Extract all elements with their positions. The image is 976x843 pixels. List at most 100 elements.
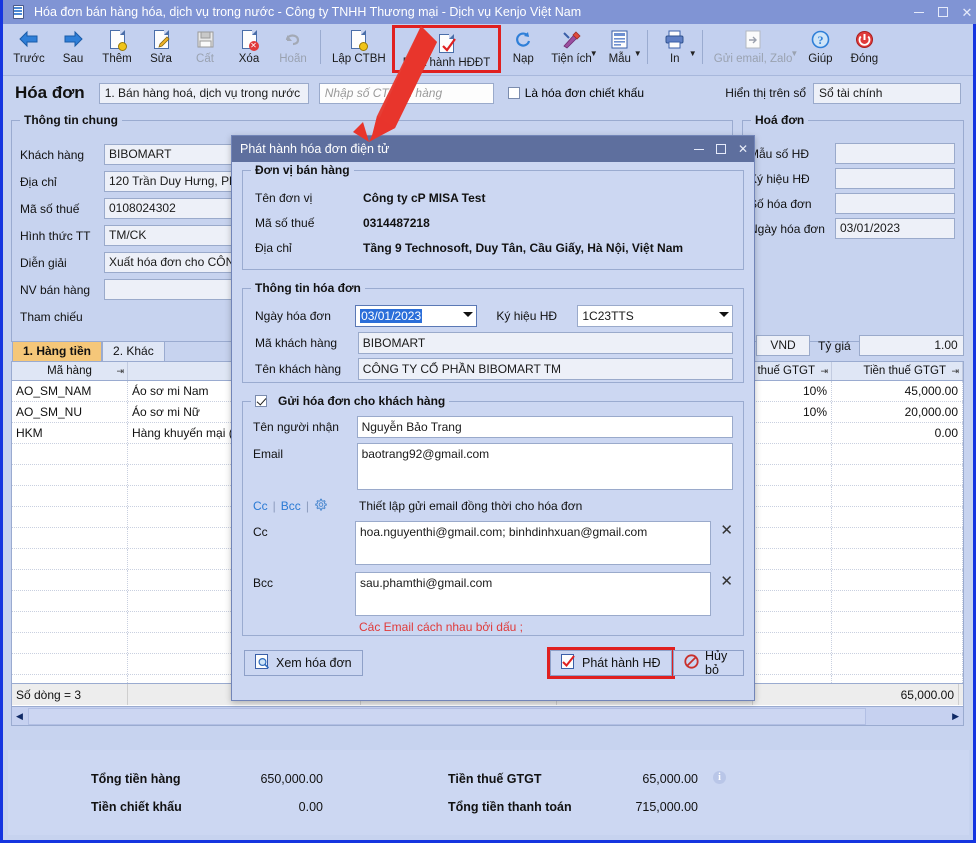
chevron-down-icon[interactable] [463,312,473,317]
cancel-button[interactable]: Hủy bỏ [673,650,744,676]
dialog-minimize-button[interactable] [688,136,710,162]
toolbar-button-mau[interactable]: Mẫu ▼ [598,24,642,74]
close-button[interactable]: ✕ [955,0,976,24]
chevron-down-icon[interactable]: ▼ [634,50,642,58]
toolbar-label: Sửa [150,53,172,65]
bcc-clear-icon[interactable]: ✕ [720,574,733,589]
toolbar-label: In [670,53,680,65]
currency-code-field[interactable]: VND [756,335,810,356]
scroll-left-arrow[interactable]: ◀ [12,711,27,722]
send-invoice-checkbox[interactable] [255,395,267,407]
invoice-header-row: Hóa đơn 1. Bán hàng hoá, dịch vụ trong n… [3,77,973,109]
grid-horizontal-scrollbar[interactable]: ◀ ▶ [12,706,963,725]
field-label-dien-giai: Diễn giải [20,256,104,270]
minimize-button[interactable] [907,0,931,24]
chevron-down-icon[interactable]: ▼ [689,50,697,58]
toolbar-label: Lập CTBH [332,53,386,65]
maximize-button[interactable] [931,0,955,24]
cc-clear-icon[interactable]: ✕ [720,523,733,538]
undo-icon [280,27,306,51]
field-ngay-hoa-don[interactable]: 03/01/2023 [835,218,955,239]
toolbar-button-nap[interactable]: Nạp [501,24,545,74]
info-icon[interactable]: i [713,771,726,784]
invoice-symbol-combo[interactable]: 1C23TTS [577,305,733,327]
tab-khac[interactable]: 2. Khác [102,341,165,361]
gear-icon[interactable] [314,498,327,514]
document-type-field[interactable]: 1. Bán hàng hoá, dịch vụ trong nước [99,83,309,104]
invoice-symbol-label: Ký hiệu HĐ [496,309,577,323]
customer-code-field[interactable]: BIBOMART [358,332,733,354]
toolbar-button-dong[interactable]: Đóng [842,24,886,74]
checkbox-box [508,87,520,99]
arrow-right-icon [60,27,86,51]
window-controls: ✕ [907,0,976,24]
field-label-tham-chieu: Tham chiếu [20,310,104,324]
discount-amount-label: Tiền chiết khấu [91,800,182,814]
email-input[interactable]: baotrang92@gmail.com [357,443,733,490]
group-title: Đơn vị bán hàng [251,163,354,177]
pin-icon[interactable]: ⇥ [951,366,959,377]
preview-invoice-button[interactable]: Xem hóa đơn [244,650,363,676]
pin-icon[interactable]: ⇥ [820,366,828,377]
grid-col-ma-hang[interactable]: Mã hàng⇥ [12,362,128,380]
chevron-down-icon[interactable] [719,312,729,317]
toolbar-button-cat: Cất [183,24,227,74]
printer-icon [662,27,688,51]
application-window: Hóa đơn bán hàng hóa, dịch vụ trong nước… [0,0,976,843]
dialog-maximize-button[interactable] [710,136,732,162]
toolbar-button-tien-ich[interactable]: Tiện ích ▼ [545,24,597,74]
page-delete-icon: ✕ [236,27,262,51]
toolbar-label: Tiện ích [551,53,591,65]
grand-total-value: 715,000.00 [578,800,698,814]
cell-ma-hang: HKM [12,423,128,443]
toolbar-label: Phát hành HĐĐT [403,57,491,69]
recipient-input[interactable]: Nguyễn Bảo Trang [357,416,733,438]
vat-amount-label: Tiền thuế GTGT [448,772,542,786]
toolbar-button-xoa[interactable]: ✕ Xóa [227,24,271,74]
tools-icon [559,27,585,51]
exchange-rate-field[interactable]: 1.00 [859,335,964,356]
invoice-symbol-value: 1C23TTS [582,309,633,323]
ledger-field[interactable]: Sổ tài chính [813,83,961,104]
dialog-close-button[interactable]: ✕ [732,136,754,162]
toolbar-button-sau[interactable]: Sau [51,24,95,74]
total-goods-value: 650,000.00 [203,772,323,786]
issue-invoice-button[interactable]: Phát hành HĐ [550,650,672,676]
toolbar-button-lap-ctbh[interactable]: Lập CTBH [326,24,392,74]
pin-icon[interactable]: ⇥ [116,366,124,377]
grid-col-tien-thue[interactable]: Tiền thuế GTGT⇥ [832,362,963,380]
toolbar-label: Đóng [851,53,879,65]
field-mau-so-hd[interactable] [835,143,955,164]
toolbar-button-phat-hanh-hddt[interactable]: Phát hành HĐĐT [392,25,502,73]
send-invoice-group-title[interactable]: Gửi hóa đơn cho khách hàng [251,394,449,408]
toolbar-button-sua[interactable]: Sửa [139,24,183,74]
bcc-toggle-link[interactable]: Bcc [281,499,301,513]
chevron-down-icon[interactable]: ▼ [590,50,598,58]
grid-footer-col-c: 65,000.00 [753,684,959,705]
invoice-date-combo[interactable]: 03/01/2023 [355,305,477,327]
customer-name-field[interactable]: CÔNG TY CỔ PHẦN BIBOMART TM [358,358,733,380]
toolbar-button-them[interactable]: Thêm [95,24,139,74]
tab-hang-tien[interactable]: 1. Hàng tiền [12,341,102,361]
toolbar-button-hoan: Hoãn [271,24,315,74]
field-so-hoa-don[interactable] [835,193,955,214]
group-title: Hoá đơn [751,113,808,127]
window-title: Hóa đơn bán hàng hóa, dịch vụ trong nước… [34,5,581,19]
issue-invoice-label: Phát hành HĐ [582,656,661,670]
discount-invoice-checkbox[interactable]: Là hóa đơn chiết khấu [508,86,644,100]
scroll-thumb[interactable] [28,708,866,725]
cc-toggle-link[interactable]: Cc [253,499,268,513]
scroll-right-arrow[interactable]: ▶ [948,711,963,722]
field-label-hinh-thuc-tt: Hình thức TT [20,229,104,243]
cc-input[interactable]: hoa.nguyenthi@gmail.com; binhdinhxuan@gm… [355,521,711,565]
field-ky-hieu-hd[interactable] [835,168,955,189]
toolbar-button-in[interactable]: In ▼ [653,24,697,74]
toolbar-button-truoc[interactable]: Trước [7,24,51,74]
main-toolbar: Trước Sau Thêm Sửa C [3,24,973,76]
seller-tax-value: 0314487218 [363,216,430,230]
preview-invoice-label: Xem hóa đơn [276,656,352,670]
document-number-input[interactable]: Nhập số CT bán hàng [319,83,494,104]
customer-code-label: Mã khách hàng [255,336,358,350]
toolbar-button-giup[interactable]: ? Giúp [798,24,842,74]
bcc-input[interactable]: sau.phamthi@gmail.com [355,572,711,616]
